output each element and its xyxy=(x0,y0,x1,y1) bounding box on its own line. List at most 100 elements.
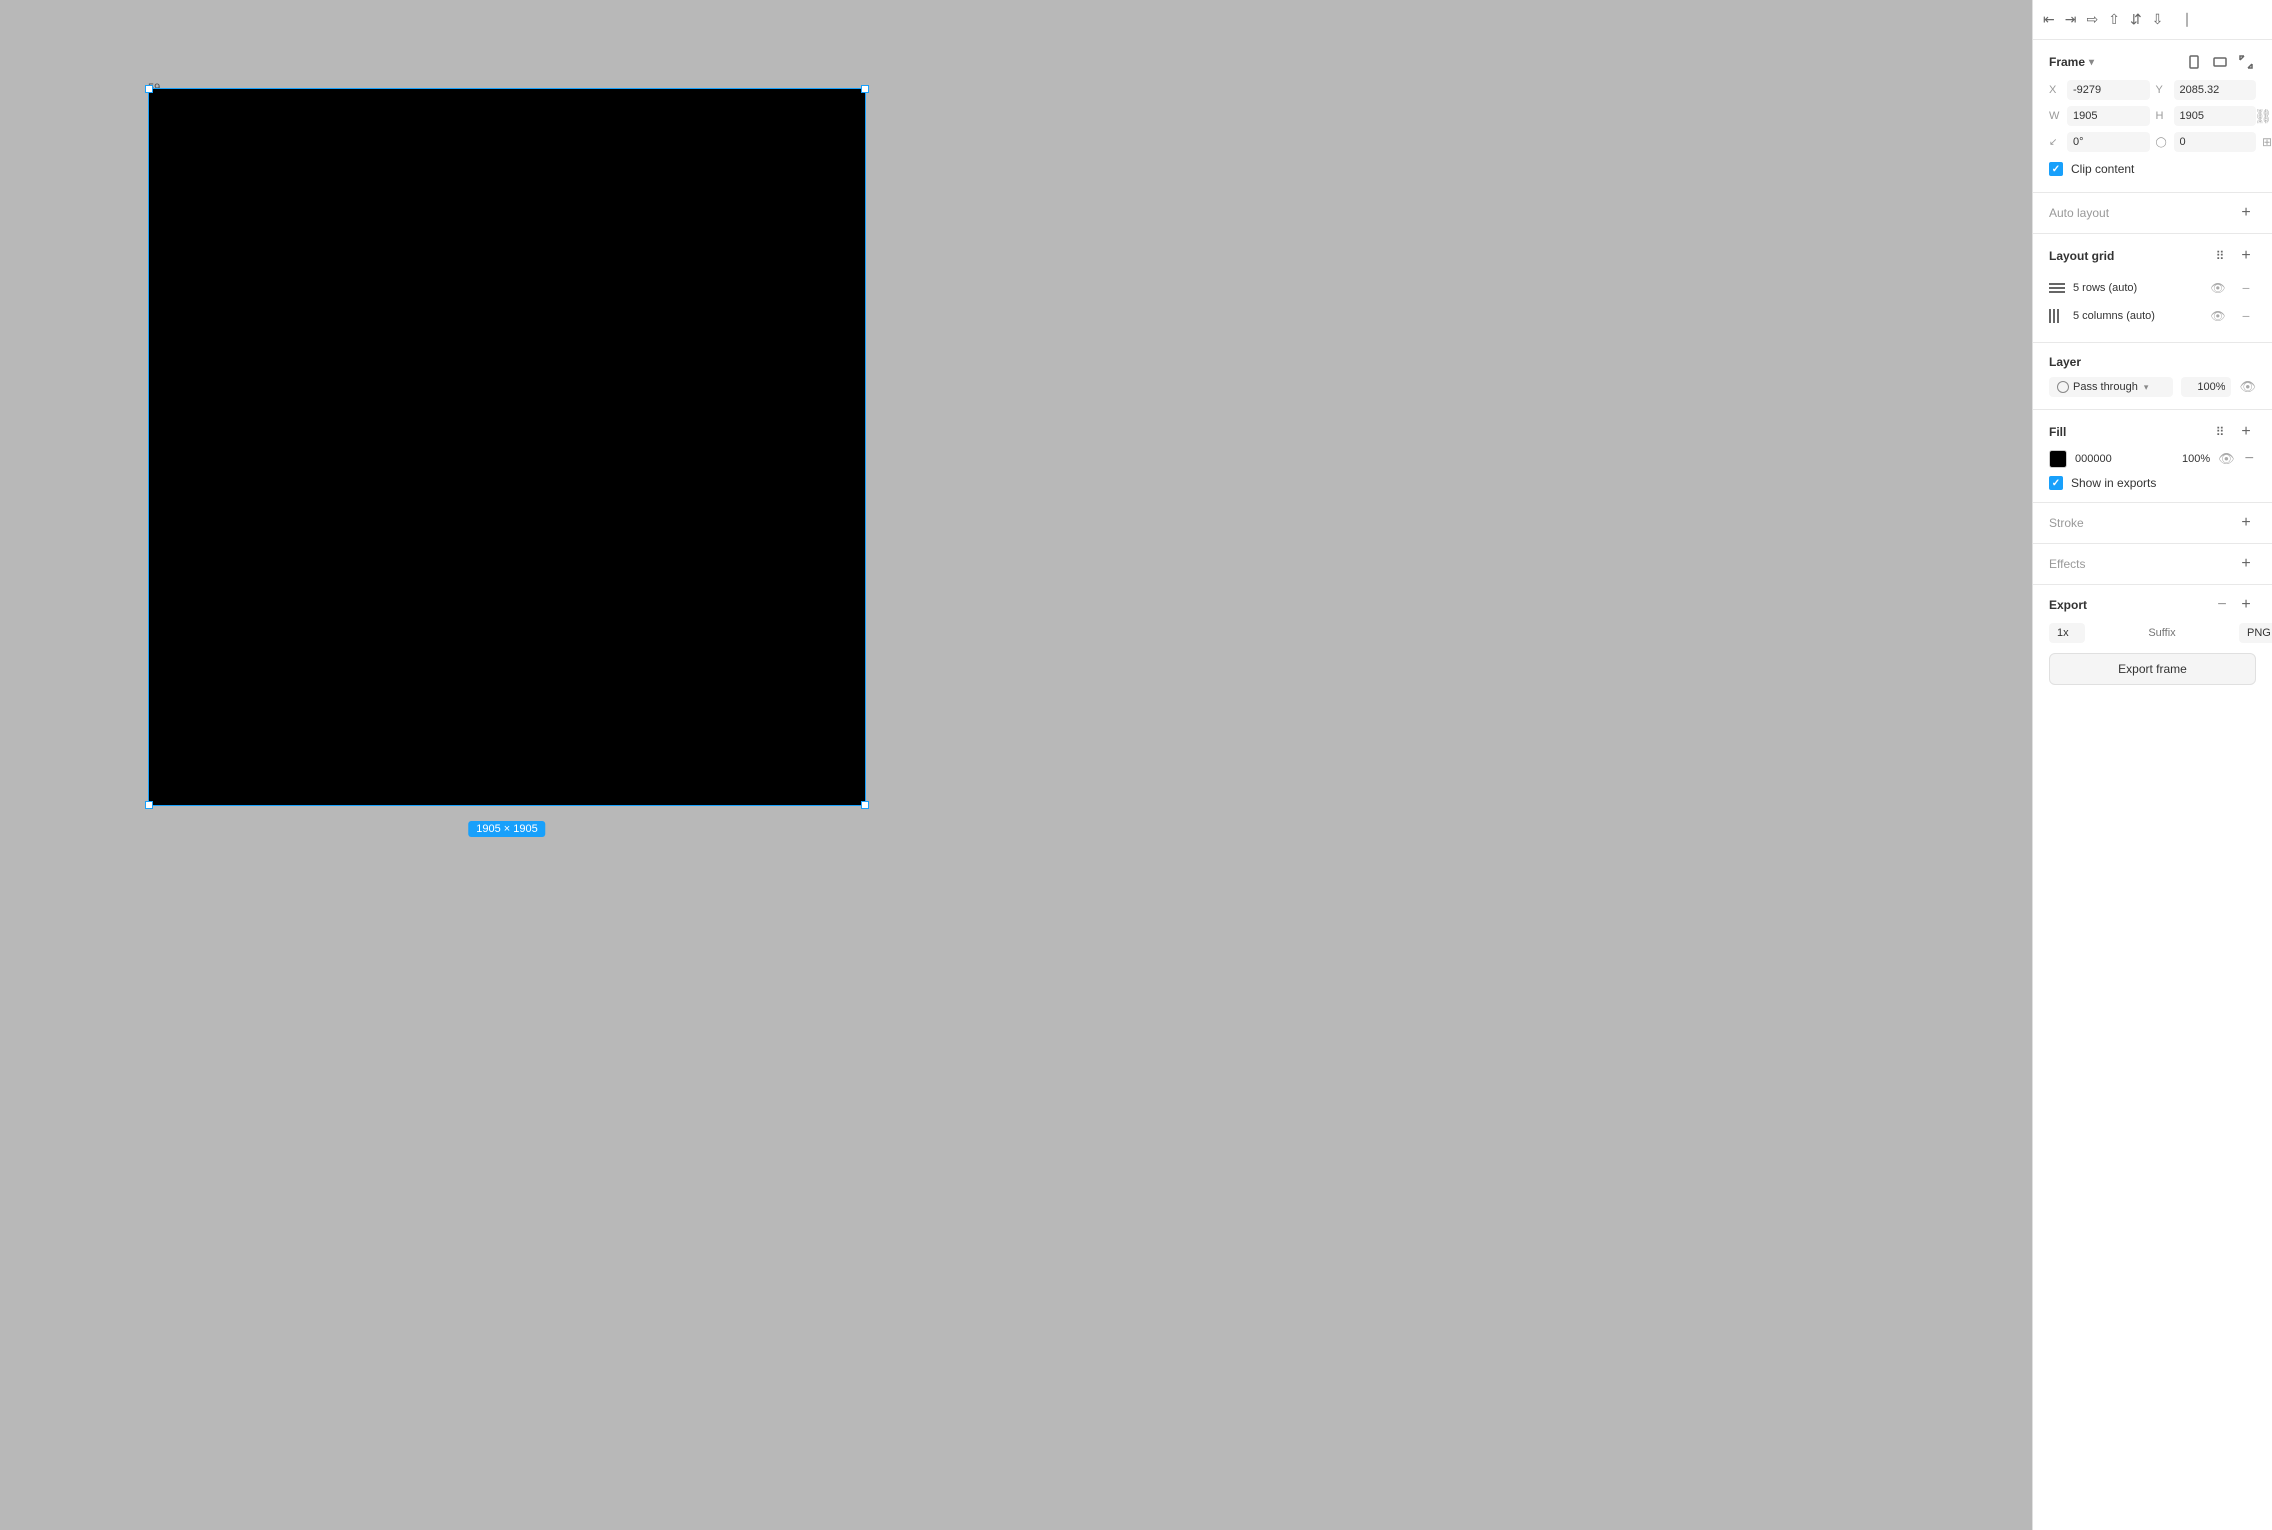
frame-section-header: Frame ▾ xyxy=(2049,52,2256,72)
x-field: X xyxy=(2049,80,2150,100)
rotation-input[interactable] xyxy=(2067,132,2150,152)
effects-add-btn[interactable]: + xyxy=(2236,554,2256,574)
corner-handle-tr[interactable] xyxy=(861,85,869,93)
corner-options-icon[interactable]: ⊞ xyxy=(2262,135,2272,149)
grid-rows-item: 5 rows (auto) 👁 − xyxy=(2049,274,2256,302)
frame-chevron-icon[interactable]: ▾ xyxy=(2089,57,2094,68)
layer-visibility-icon[interactable]: 👁 xyxy=(2239,379,2256,395)
auto-layout-title: Auto layout xyxy=(2049,206,2109,220)
show-in-exports-checkbox[interactable] xyxy=(2049,476,2063,490)
frame-landscape-btn[interactable] xyxy=(2210,52,2230,72)
show-in-exports-label: Show in exports xyxy=(2071,476,2156,490)
clip-content-row: Clip content xyxy=(2049,158,2256,180)
y-field: Y xyxy=(2156,80,2257,100)
blend-mode-icon xyxy=(2057,381,2069,393)
rotation-icon: ↙ xyxy=(2049,137,2063,148)
panel-content: Frame ▾ xyxy=(2033,40,2272,1530)
grid-rows-label: 5 rows (auto) xyxy=(2073,282,2200,294)
export-add-btn[interactable]: + xyxy=(2236,595,2256,615)
corner-handle-tl[interactable] xyxy=(145,85,153,93)
rotation-field: ↙ xyxy=(2049,132,2150,152)
y-label: Y xyxy=(2156,84,2170,96)
grid-rows-eye-btn[interactable]: 👁 xyxy=(2208,278,2228,298)
effects-title: Effects xyxy=(2049,557,2085,571)
corner-handle-br[interactable] xyxy=(861,801,869,809)
layout-grid-section: Layout grid ⠿ + 5 rows (auto) 👁 − xyxy=(2033,234,2272,343)
export-frame-btn[interactable]: Export frame xyxy=(2049,653,2256,685)
clip-content-label: Clip content xyxy=(2071,162,2134,176)
distribute-icon[interactable]: ⎹ xyxy=(2173,11,2187,28)
frame-portrait-btn[interactable] xyxy=(2184,52,2204,72)
auto-layout-header: Auto layout + xyxy=(2049,203,2256,223)
frame-box[interactable]: 1905 × 1905 xyxy=(148,88,866,806)
corner-handle-bl[interactable] xyxy=(145,801,153,809)
fill-remove-btn[interactable]: − xyxy=(2243,450,2256,468)
corner-radius-icon: ◯ xyxy=(2156,137,2170,148)
fill-add-btn[interactable]: + xyxy=(2236,422,2256,442)
stroke-section: Stroke + xyxy=(2033,503,2272,544)
x-label: X xyxy=(2049,84,2063,96)
panel-toolbar: ⇤ ⇥ ⇨ ⇧ ⇵ ⇩ ⎹ xyxy=(2033,0,2272,40)
export-header-actions: − + xyxy=(2212,595,2256,615)
layer-row: Pass through ▾ 👁 xyxy=(2049,377,2256,397)
h-input[interactable] xyxy=(2174,106,2257,126)
size-badge: 1905 × 1905 xyxy=(468,821,545,837)
export-remove-btn[interactable]: − xyxy=(2212,595,2232,615)
effects-section: Effects + xyxy=(2033,544,2272,585)
wh-grid: W H ⛓ xyxy=(2049,106,2256,126)
fill-hex-value[interactable]: 000000 xyxy=(2075,453,2174,465)
layout-grid-title: Layout grid xyxy=(2049,249,2114,263)
layer-header: Layer xyxy=(2049,355,2256,369)
align-center-h-icon[interactable]: ⇥ xyxy=(2065,11,2077,28)
auto-layout-add-btn[interactable]: + xyxy=(2236,203,2256,223)
grid-show-all-btn[interactable]: ⠿ xyxy=(2210,246,2230,266)
fill-section: Fill ⠿ + 000000 100% 👁 − Show in exports xyxy=(2033,410,2272,503)
export-header: Export − + xyxy=(2049,595,2256,615)
layer-section: Layer Pass through ▾ 👁 xyxy=(2033,343,2272,410)
x-input[interactable] xyxy=(2067,80,2150,100)
export-section: Export − + PNG ▾ ··· Export frame xyxy=(2033,585,2272,695)
export-title: Export xyxy=(2049,598,2087,612)
grid-rows-remove-btn[interactable]: − xyxy=(2236,278,2256,298)
fill-color-swatch[interactable] xyxy=(2049,450,2067,468)
frame-title-text: Frame xyxy=(2049,55,2085,69)
export-btn-row: Export frame xyxy=(2049,653,2256,685)
export-scale-input[interactable] xyxy=(2049,623,2085,643)
blend-mode-label: Pass through xyxy=(2073,381,2138,393)
auto-layout-section: Auto layout + xyxy=(2033,193,2272,234)
grid-cols-eye-btn[interactable]: 👁 xyxy=(2208,306,2228,326)
grid-rows-icon xyxy=(2049,283,2065,293)
layer-opacity-input[interactable] xyxy=(2181,377,2231,397)
fill-header: Fill ⠿ + xyxy=(2049,422,2256,442)
align-right-icon[interactable]: ⇨ xyxy=(2086,11,2098,28)
fill-opacity-value[interactable]: 100% xyxy=(2182,453,2210,465)
w-input[interactable] xyxy=(2067,106,2150,126)
corner-radius-field: ◯ ⊞ xyxy=(2156,132,2257,152)
frame-resize-btn[interactable] xyxy=(2236,52,2256,72)
fill-show-all-btn[interactable]: ⠿ xyxy=(2210,422,2230,442)
export-suffix-input[interactable] xyxy=(2091,627,2233,639)
export-format-label: PNG xyxy=(2247,627,2271,639)
stroke-add-btn[interactable]: + xyxy=(2236,513,2256,533)
align-top-icon[interactable]: ⇧ xyxy=(2108,11,2120,28)
layer-title: Layer xyxy=(2049,355,2081,369)
align-bottom-icon[interactable]: ⇩ xyxy=(2152,11,2164,28)
y-input[interactable] xyxy=(2174,80,2257,100)
link-proportions-icon[interactable]: ⛓ xyxy=(2254,108,2272,125)
grid-add-btn[interactable]: + xyxy=(2236,246,2256,266)
clip-content-checkbox[interactable] xyxy=(2049,162,2063,176)
grid-cols-icon xyxy=(2049,309,2065,323)
fill-visibility-icon[interactable]: 👁 xyxy=(2218,451,2235,467)
export-format-select[interactable]: PNG ▾ xyxy=(2239,623,2272,643)
layout-grid-header: Layout grid ⠿ + xyxy=(2049,246,2256,266)
grid-cols-remove-btn[interactable]: − xyxy=(2236,306,2256,326)
align-center-v-icon[interactable]: ⇵ xyxy=(2130,11,2142,28)
show-in-exports-row: Show in exports xyxy=(2049,476,2256,490)
rotation-corner-grid: ↙ ◯ ⊞ xyxy=(2049,132,2256,152)
fill-title: Fill xyxy=(2049,425,2066,439)
stroke-title: Stroke xyxy=(2049,516,2084,530)
align-left-icon[interactable]: ⇤ xyxy=(2043,11,2055,28)
corner-radius-input[interactable] xyxy=(2174,132,2257,152)
h-label: H xyxy=(2156,110,2170,122)
blend-mode-select[interactable]: Pass through ▾ xyxy=(2049,377,2173,397)
